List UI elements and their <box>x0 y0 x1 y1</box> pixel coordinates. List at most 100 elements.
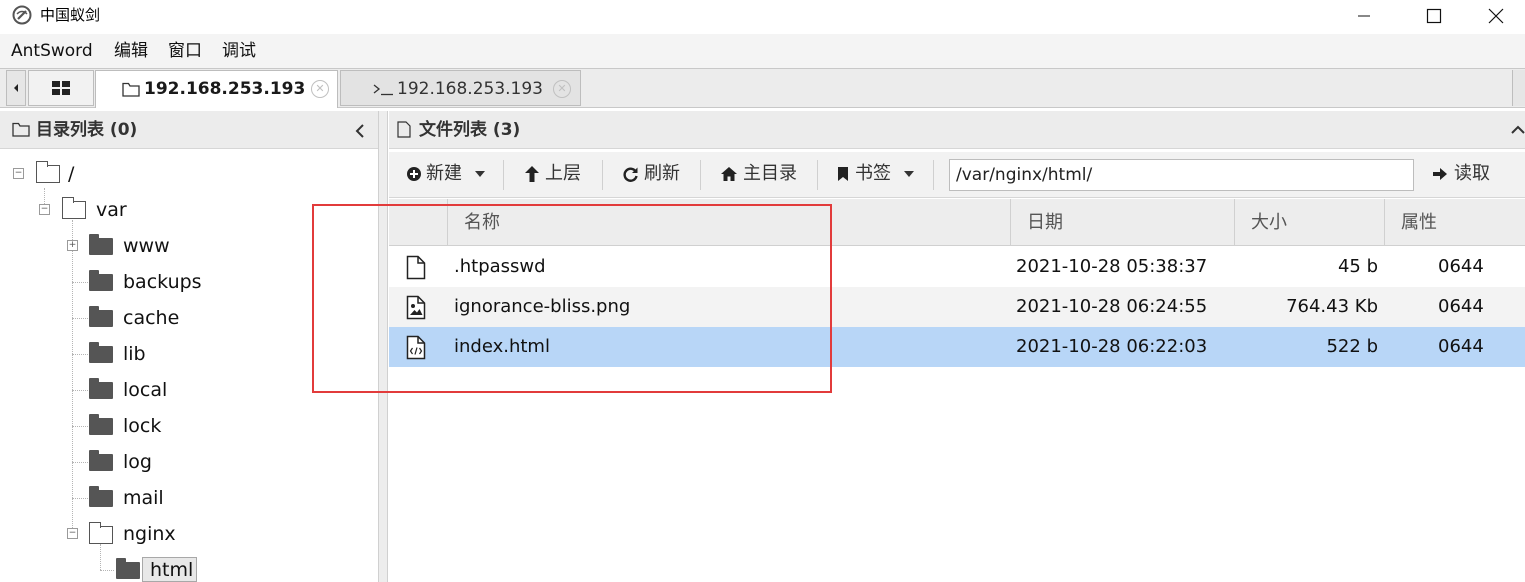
home-icon <box>721 167 737 181</box>
bookmark-icon <box>838 167 848 181</box>
close-tab-icon[interactable]: ✕ <box>311 80 329 98</box>
plus-circle-icon <box>407 167 421 181</box>
window-title: 中国蚁剑 <box>40 6 101 24</box>
tab-scroll-right-button[interactable] <box>1512 70 1525 106</box>
path-input[interactable] <box>949 159 1414 191</box>
file-icon <box>397 121 411 138</box>
bookmark-button[interactable]: 书签 <box>837 162 915 186</box>
tab-file-manager[interactable]: 192.168.253.193 ✕ <box>95 70 338 108</box>
tree-guide-line <box>100 570 114 571</box>
close-window-button[interactable] <box>1466 0 1525 32</box>
tree-node-root[interactable]: / <box>68 162 74 186</box>
toolbar-separator <box>933 160 934 190</box>
read-button[interactable]: 读取 <box>1432 162 1490 186</box>
tree-node-html[interactable]: html <box>150 558 193 582</box>
tree-expand-toggle[interactable]: + <box>67 240 78 251</box>
menu-antsword[interactable]: AntSword <box>11 40 93 62</box>
tree-collapse-toggle[interactable]: − <box>13 168 24 179</box>
arrow-right-icon <box>1433 168 1447 180</box>
tree-guide-line <box>72 220 73 534</box>
folder-icon <box>89 378 113 399</box>
caret-down-icon <box>475 171 485 177</box>
folder-open-icon <box>35 161 60 183</box>
directory-panel-title: 目录列表 (0) <box>36 120 138 140</box>
tree-guide-line <box>72 498 88 499</box>
new-button[interactable]: 新建 <box>406 162 486 186</box>
tree-node-www[interactable]: www <box>123 234 170 258</box>
folder-icon <box>89 234 113 255</box>
maximize-icon <box>1426 8 1442 24</box>
file-date: 2021-10-28 06:24:55 <box>1016 296 1208 317</box>
folder-icon <box>89 306 113 327</box>
menu-window[interactable]: 窗口 <box>168 40 202 62</box>
title-bar <box>0 0 1525 32</box>
menu-edit[interactable]: 编辑 <box>114 40 148 62</box>
refresh-button[interactable]: 刷新 <box>622 162 680 186</box>
directory-panel-header: 目录列表 (0) <box>0 111 378 149</box>
folder-icon <box>89 486 113 507</box>
tree-node-var[interactable]: var <box>96 198 127 222</box>
toolbar-separator <box>817 160 818 190</box>
close-icon <box>1488 8 1504 24</box>
caret-down-icon <box>904 171 914 177</box>
file-size: 45 b <box>1337 256 1378 277</box>
tree-node-cache[interactable]: cache <box>123 306 179 330</box>
folder-icon <box>122 82 140 97</box>
new-button-label: 新建 <box>426 163 462 184</box>
tree-collapse-toggle[interactable]: − <box>39 204 50 215</box>
up-button[interactable]: 上层 <box>524 162 581 186</box>
folder-icon <box>89 342 113 363</box>
menu-debug[interactable]: 调试 <box>222 40 256 62</box>
toolbar-separator <box>700 160 701 190</box>
terminal-icon <box>373 84 393 96</box>
refresh-button-label: 刷新 <box>644 163 680 184</box>
collapse-up-icon[interactable] <box>1511 124 1525 134</box>
tree-guide-line <box>72 354 88 355</box>
home-button[interactable]: 主目录 <box>720 162 797 186</box>
tree-node-backups[interactable]: backups <box>123 270 202 294</box>
tree-node-lock[interactable]: lock <box>123 414 161 438</box>
maximize-button[interactable] <box>1404 0 1464 32</box>
file-date: 2021-10-28 05:38:37 <box>1016 256 1208 277</box>
tree-collapse-toggle[interactable]: − <box>67 528 78 539</box>
tree-guide-line <box>72 462 88 463</box>
folder-icon <box>89 414 113 435</box>
tree-guide-line <box>100 544 101 570</box>
file-panel-title: 文件列表 (3) <box>419 120 521 140</box>
up-button-label: 上层 <box>545 163 581 184</box>
toolbar-separator <box>503 160 504 190</box>
file-size: 522 b <box>1326 336 1378 357</box>
tab-dashboard[interactable] <box>28 70 94 106</box>
tree-guide-line <box>72 282 88 283</box>
tree-node-local[interactable]: local <box>123 378 167 402</box>
folder-open-icon <box>61 197 86 219</box>
tree-guide-line <box>72 318 88 319</box>
antsword-logo-icon <box>12 5 32 25</box>
tab-terminal[interactable]: 192.168.253.193 ✕ <box>340 70 581 106</box>
grid-icon <box>52 81 70 95</box>
bookmark-button-label: 书签 <box>855 163 891 184</box>
read-button-label: 读取 <box>1454 163 1490 184</box>
column-header-date[interactable]: 日期 <box>1010 199 1234 246</box>
toolbar-separator <box>602 160 603 190</box>
file-panel-header: 文件列表 (3) <box>389 111 1525 149</box>
column-header-attr[interactable]: 属性 <box>1384 199 1525 246</box>
tab-label: 192.168.253.193 <box>397 79 544 99</box>
tree-node-log[interactable]: log <box>123 450 152 474</box>
folder-icon <box>116 558 140 579</box>
tree-node-mail[interactable]: mail <box>123 486 164 510</box>
tab-scroll-left-button[interactable] <box>6 70 26 106</box>
minimize-button[interactable] <box>1334 0 1394 32</box>
tree-guide-line <box>72 426 88 427</box>
file-size: 764.43 Kb <box>1286 296 1378 317</box>
arrow-up-icon <box>525 166 539 182</box>
collapse-left-icon[interactable] <box>354 124 366 138</box>
folder-icon <box>89 450 113 471</box>
file-attr: 0644 <box>1438 336 1484 357</box>
tree-guide-line <box>72 390 88 391</box>
tree-node-lib[interactable]: lib <box>123 342 146 366</box>
column-header-size[interactable]: 大小 <box>1234 199 1384 246</box>
close-tab-icon[interactable]: ✕ <box>553 80 571 98</box>
refresh-icon <box>623 167 638 182</box>
tree-node-nginx[interactable]: nginx <box>123 522 176 546</box>
